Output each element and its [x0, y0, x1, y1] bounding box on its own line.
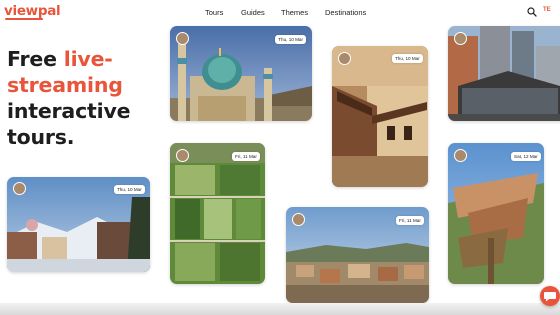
tour-card-palm[interactable]: Sat, 12 Mar — [448, 143, 544, 284]
date-badge: Thu, 10 Mar — [392, 54, 423, 63]
tour-image-palm — [448, 143, 544, 284]
hero-line1-plain: Free — [7, 47, 64, 71]
tour-card-mosque[interactable]: Thu, 10 Mar — [170, 26, 312, 121]
guide-avatar — [454, 32, 467, 45]
search-icon[interactable] — [527, 7, 537, 17]
tour-image-desert-house — [332, 46, 428, 187]
date-badge: Fri, 11 Mar — [396, 216, 424, 225]
chat-button[interactable] — [540, 286, 560, 306]
date-badge: Fri, 11 Mar — [232, 152, 260, 161]
nav-guides[interactable]: Guides — [241, 8, 265, 17]
tour-card-hill-town[interactable]: Fri, 11 Mar — [286, 207, 429, 303]
hero-line2: streaming — [7, 73, 123, 97]
guide-avatar — [13, 182, 26, 195]
guide-avatar — [292, 213, 305, 226]
hero-line3: interactive — [7, 99, 131, 123]
date-badge: Thu, 10 Mar — [114, 185, 145, 194]
nav-destinations[interactable]: Destinations — [325, 8, 366, 17]
guide-avatar — [176, 149, 189, 162]
guide-avatar — [176, 32, 189, 45]
tour-card-snow-town[interactable]: Thu, 10 Mar — [7, 177, 150, 272]
brand-logo[interactable]: viewpal — [4, 3, 61, 19]
guide-avatar — [338, 52, 351, 65]
tour-image-gardens — [170, 143, 265, 284]
tour-card-city-tower[interactable] — [448, 26, 560, 121]
hero-heading: Free live- streaming interactive tours. — [7, 46, 157, 150]
tour-card-desert-house[interactable]: Thu, 10 Mar — [332, 46, 428, 187]
hero-line4: tours. — [7, 125, 75, 149]
page-bottom-edge — [0, 303, 560, 315]
date-badge: Sat, 12 Mar — [511, 152, 541, 161]
nav-tours[interactable]: Tours — [205, 8, 223, 17]
guide-avatar — [454, 149, 467, 162]
logo-underline — [5, 18, 43, 20]
tour-card-gardens[interactable]: Fri, 11 Mar — [170, 143, 265, 284]
language-selector[interactable]: TE — [543, 7, 551, 13]
hero-line1-accent: live- — [63, 47, 113, 71]
chat-icon — [544, 292, 556, 302]
date-badge: Thu, 10 Mar — [275, 35, 306, 44]
nav-themes[interactable]: Themes — [281, 8, 308, 17]
